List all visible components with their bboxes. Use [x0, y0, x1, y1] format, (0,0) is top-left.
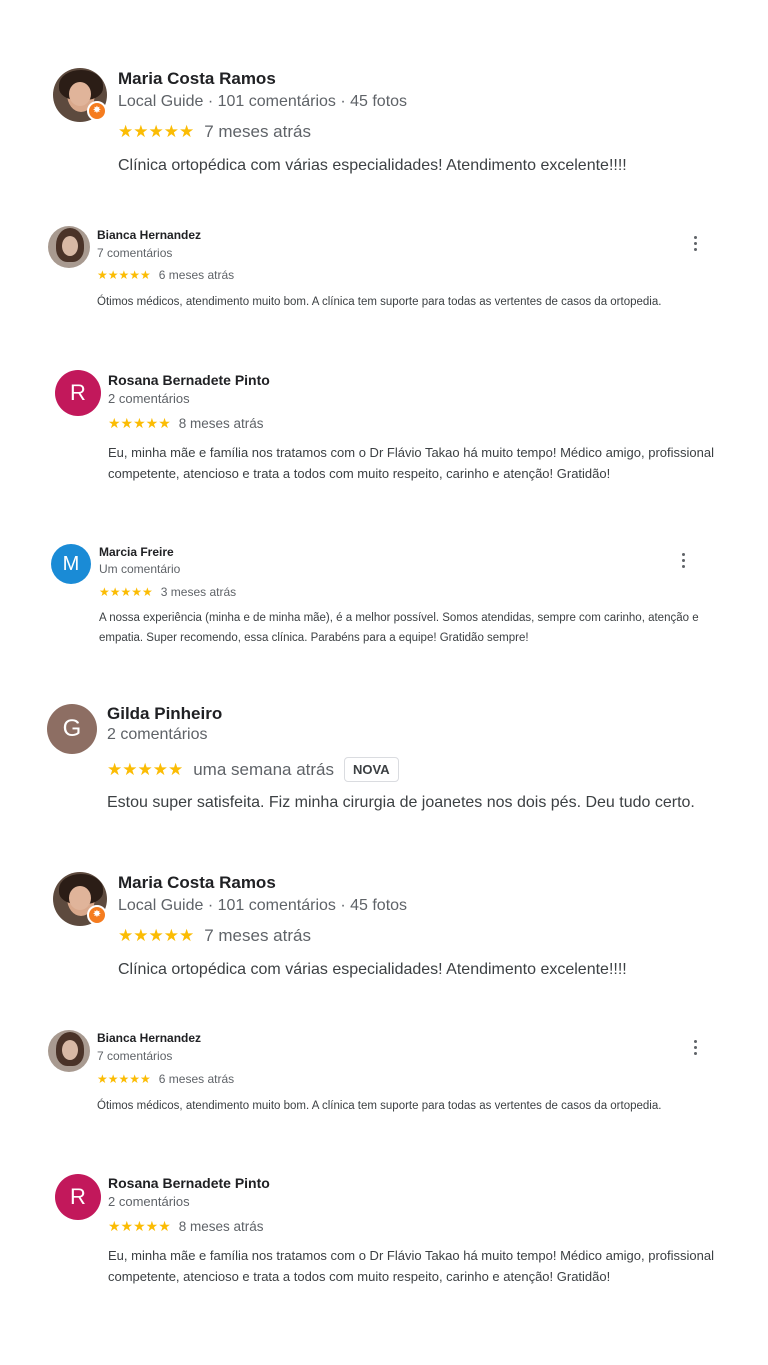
review-text: Clínica ortopédica com várias especialid…	[118, 157, 627, 174]
reviewer-meta[interactable]: 7 comentários	[97, 246, 172, 260]
rating-row: ★★★★★ 6 meses atrás	[97, 1072, 234, 1086]
star-rating-icon: ★★★★★	[97, 268, 151, 282]
avatar[interactable]	[48, 226, 90, 268]
star-rating-icon: ★★★★★	[108, 415, 171, 431]
review-text: Eu, minha mãe e família nos tratamos com…	[108, 445, 714, 481]
avatar[interactable]: R	[55, 1174, 101, 1220]
reviewer-meta[interactable]: 7 comentários	[97, 1049, 172, 1063]
review-text: Clínica ortopédica com várias especialid…	[118, 961, 627, 978]
more-options-icon[interactable]	[685, 1037, 705, 1057]
reviewer-name[interactable]: Maria Costa Ramos	[118, 69, 276, 89]
rating-row: ★★★★★ 3 meses atrás	[99, 585, 236, 599]
rating-row: ★★★★★ 8 meses atrás	[108, 415, 264, 432]
reviewer-name[interactable]: Bianca Hernandez	[97, 1031, 201, 1045]
review-date: 8 meses atrás	[178, 1219, 264, 1234]
new-badge: NOVA	[344, 757, 399, 782]
avatar-letter: M	[62, 552, 80, 575]
star-rating-icon: ★★★★★	[97, 1072, 151, 1086]
review-date: 6 meses atrás	[158, 268, 235, 282]
reviewer-name[interactable]: Bianca Hernandez	[97, 228, 201, 242]
avatar-letter: G	[62, 715, 82, 742]
star-rating-icon: ★★★★★	[108, 1218, 171, 1234]
reviewer-meta[interactable]: Local Guide · 101 comentários · 45 fotos	[118, 897, 407, 915]
review-date: uma semana atrás	[193, 759, 334, 779]
avatar-letter: R	[70, 1184, 86, 1209]
rating-row: ★★★★★ 7 meses atrás	[118, 926, 311, 946]
avatar[interactable]: G	[47, 704, 97, 754]
rating-row: ★★★★★ uma semana atrás NOVA	[107, 757, 399, 782]
rating-row: ★★★★★ 6 meses atrás	[97, 268, 234, 282]
reviewer-meta[interactable]: 2 comentários	[108, 391, 190, 406]
avatar[interactable]: M	[51, 544, 91, 584]
rating-row: ★★★★★ 8 meses atrás	[108, 1218, 264, 1235]
review-text: A nossa experiência (minha e de minha mã…	[99, 612, 699, 644]
avatar-letter: R	[70, 380, 86, 405]
star-rating-icon: ★★★★★	[107, 759, 184, 779]
review-text: Ótimos médicos, atendimento muito bom. A…	[97, 1100, 662, 1112]
reviewer-meta[interactable]: Local Guide · 101 comentários · 45 fotos	[118, 93, 407, 111]
reviewer-name[interactable]: Gilda Pinheiro	[107, 704, 222, 724]
reviewer-name[interactable]: Rosana Bernadete Pinto	[108, 1175, 270, 1191]
review-date: 7 meses atrás	[204, 122, 311, 141]
review-card: ✸ Maria Costa Ramos Local Guide · 101 co…	[0, 0, 768, 200]
review-date: 3 meses atrás	[160, 585, 237, 599]
reviewer-meta[interactable]: 2 comentários	[108, 1194, 190, 1209]
review-date: 7 meses atrás	[204, 926, 311, 945]
review-text: Estou super satisfeita. Fiz minha cirurg…	[107, 794, 695, 811]
reviewer-meta[interactable]: Um comentário	[99, 562, 180, 576]
reviewer-name[interactable]: Marcia Freire	[99, 545, 174, 559]
star-rating-icon: ★★★★★	[118, 926, 195, 945]
review-date: 6 meses atrás	[158, 1072, 235, 1086]
star-rating-icon: ★★★★★	[118, 122, 195, 141]
rating-row: ★★★★★ 7 meses atrás	[118, 122, 311, 142]
local-guide-badge-icon: ✸	[87, 905, 107, 925]
local-guide-badge-icon: ✸	[87, 101, 107, 121]
star-rating-icon: ★★★★★	[99, 585, 153, 599]
review-text: Eu, minha mãe e família nos tratamos com…	[108, 1248, 714, 1284]
more-options-icon[interactable]	[685, 233, 705, 253]
review-date: 8 meses atrás	[178, 416, 264, 431]
avatar[interactable]: R	[55, 370, 101, 416]
reviewer-meta[interactable]: 2 comentários	[107, 726, 208, 744]
reviewer-name[interactable]: Rosana Bernadete Pinto	[108, 372, 270, 388]
more-options-icon[interactable]	[673, 550, 693, 570]
avatar[interactable]	[48, 1030, 90, 1072]
review-text: Ótimos médicos, atendimento muito bom. A…	[97, 296, 662, 308]
reviewer-name[interactable]: Maria Costa Ramos	[118, 873, 276, 893]
